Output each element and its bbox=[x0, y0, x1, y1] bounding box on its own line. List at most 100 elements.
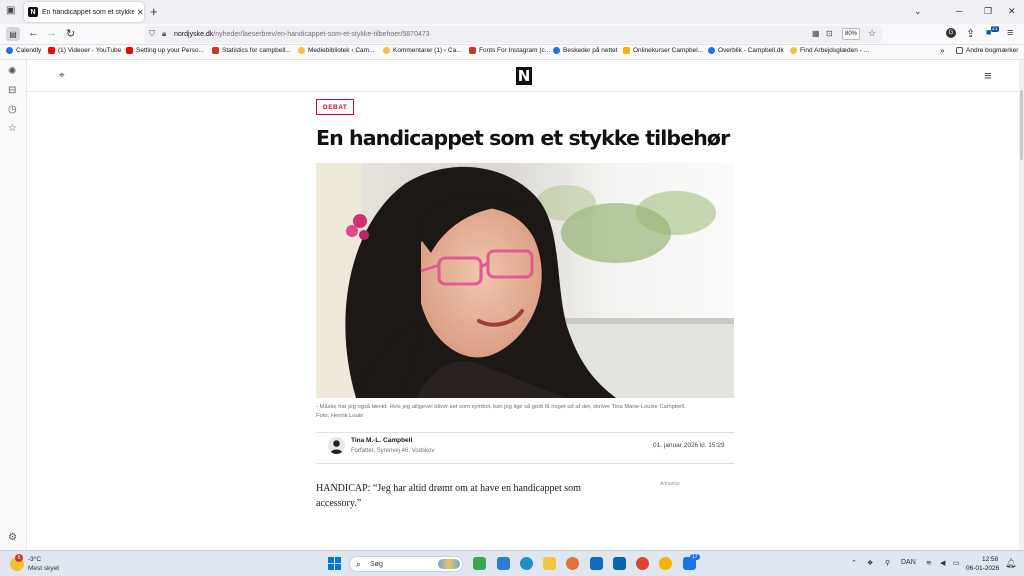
account-icon[interactable]: G bbox=[946, 28, 956, 38]
author-avatar-icon[interactable] bbox=[328, 437, 345, 454]
file-explorer-icon[interactable] bbox=[543, 557, 556, 570]
messages-icon bbox=[553, 47, 560, 54]
tab-title: En handicappet som et stykke t bbox=[42, 8, 134, 16]
notification-icon[interactable]: 🔔︎ bbox=[1005, 558, 1016, 569]
url-bar[interactable]: ⛉ 🔒︎ nordjyske.dk/nyheder/laeserbrev/en-… bbox=[144, 26, 882, 43]
category-badge[interactable]: DEBAT bbox=[316, 99, 355, 115]
wifi-icon[interactable]: ≋ bbox=[926, 559, 932, 567]
extension-badge-count: 21 bbox=[991, 26, 999, 32]
author-name[interactable]: Tina M.-L. Campbell bbox=[351, 437, 412, 444]
clock-time[interactable]: 12:58 bbox=[982, 556, 998, 563]
bookmark-beskeder[interactable]: Beskeder på nettet bbox=[553, 47, 618, 54]
search-placeholder: Søg bbox=[370, 560, 383, 568]
caption-text: - Måske har jeg også tænkt: Hvis jeg all… bbox=[316, 404, 686, 410]
history-icon[interactable]: ◷ bbox=[8, 104, 17, 115]
article-lead: HANDICAP: “Jeg har altid drømt om at hav… bbox=[316, 483, 581, 509]
app-icon-2[interactable] bbox=[497, 557, 510, 570]
sidebar-settings-icon[interactable]: ⚙ bbox=[8, 532, 17, 543]
lock-icon[interactable]: 🔒︎ bbox=[162, 29, 166, 39]
dropbox-icon[interactable]: ❖ bbox=[867, 559, 873, 567]
photo-credit: Foto: Henrik Louis bbox=[316, 413, 364, 419]
chrome-profile-icon[interactable] bbox=[659, 557, 672, 570]
synced-tabs-icon[interactable]: ⊟ bbox=[8, 85, 16, 96]
bookmark-find-arbejdsglaeden[interactable]: Find Arbejdsglæden - ... bbox=[790, 47, 869, 54]
outlook-icon[interactable] bbox=[590, 557, 603, 570]
folder-icon bbox=[956, 47, 963, 54]
forward-icon[interactable]: → bbox=[46, 27, 57, 39]
edge-icon[interactable] bbox=[520, 557, 533, 570]
ad-label: Annonce bbox=[660, 481, 680, 487]
reload-icon[interactable]: ↻ bbox=[66, 27, 75, 40]
more-bookmarks-icon[interactable]: » bbox=[940, 46, 944, 55]
sidebar-toggle-icon[interactable]: ▤ bbox=[6, 27, 20, 41]
browser-sidebar: ✺ ⊟ ◷ ☆ ⚙ bbox=[0, 60, 27, 550]
byline-divider-top bbox=[316, 432, 734, 433]
close-window-icon[interactable]: ✕ bbox=[1008, 6, 1016, 17]
nordjyske-logo[interactable]: N bbox=[516, 67, 532, 85]
star-bookmark-icon bbox=[623, 47, 630, 54]
youtube-icon bbox=[48, 47, 55, 54]
show-hidden-icons-icon[interactable]: ⌃ bbox=[851, 559, 857, 567]
weather-condition[interactable]: Mest skyet bbox=[28, 565, 59, 572]
shield-icon[interactable]: ⛉ bbox=[149, 29, 155, 39]
bookmarks-icon[interactable]: ☆ bbox=[8, 123, 17, 134]
reader-view-icon[interactable]: ▦ bbox=[812, 29, 820, 38]
author-role: Forfatter, Syrenvej 46, Vodskov bbox=[351, 448, 435, 454]
taskbar-search[interactable]: ⌕ Søg bbox=[349, 556, 463, 572]
app-icon-1[interactable] bbox=[473, 557, 486, 570]
list-all-tabs-icon[interactable]: ⌄ bbox=[914, 6, 922, 17]
bookmark-statistics[interactable]: Statistics for campbell... bbox=[212, 47, 291, 54]
close-tab-icon[interactable]: ✕ bbox=[137, 8, 144, 17]
bookmark-mediebibliotek[interactable]: Mediebibliotek ‹ Cam... bbox=[298, 47, 374, 54]
bookmark-calendly[interactable]: Calendly bbox=[6, 47, 41, 54]
bookmark-overblik[interactable]: Overblik - Campbell.dk bbox=[708, 47, 784, 54]
weather-badge: 6 bbox=[15, 554, 23, 562]
fonts-icon bbox=[469, 47, 476, 54]
volume-icon[interactable]: ◀ bbox=[940, 559, 945, 567]
usb-icon[interactable]: ⚲ bbox=[885, 559, 890, 567]
bookmark-onlinekurser[interactable]: Onlinekurser Campbel... bbox=[623, 47, 703, 54]
nordjyske-favicon-icon: N bbox=[28, 7, 38, 17]
url-path: /nyheder/laeserbrev/en-handicappet-som-e… bbox=[213, 31, 430, 38]
bookmark-setting-up[interactable]: Setting up your Perso... bbox=[126, 47, 204, 54]
wordpress-icon bbox=[790, 47, 797, 54]
screenshot-icon[interactable]: ⊡ bbox=[826, 29, 833, 38]
firefox-icon[interactable] bbox=[566, 557, 579, 570]
hamburger-menu-icon[interactable]: ≡ bbox=[984, 68, 992, 83]
search-icon: ⌕ bbox=[356, 559, 362, 569]
outlook-new-icon[interactable] bbox=[613, 557, 626, 570]
clock-date[interactable]: 06-01-2026 bbox=[966, 565, 999, 572]
navigation-bar: ▤ ← → ↻ ⛉ 🔒︎ nordjyske.dk/nyheder/laeser… bbox=[0, 24, 1024, 45]
minimize-icon[interactable]: ─ bbox=[956, 6, 962, 16]
site-header: ⌖ N ≡ bbox=[27, 60, 1019, 92]
article-headline: En handicappet som et stykke tilbehør bbox=[316, 126, 730, 150]
location-pin-icon[interactable]: ⌖ bbox=[59, 70, 65, 81]
active-tab[interactable]: N En handicappet som et stykke t ✕ bbox=[24, 2, 144, 22]
chrome-icon[interactable] bbox=[636, 557, 649, 570]
calendly-icon bbox=[6, 47, 13, 54]
ai-chatbot-icon[interactable]: ✺ bbox=[8, 66, 16, 77]
tab-overview-icon[interactable]: ▣ bbox=[6, 5, 15, 16]
back-icon[interactable]: ← bbox=[28, 27, 39, 39]
restore-icon[interactable]: ❐ bbox=[984, 6, 992, 17]
bookmark-fonts[interactable]: Fonts For Instagram (c... bbox=[469, 47, 550, 54]
byline-divider-bottom bbox=[316, 463, 734, 464]
new-tab-icon[interactable]: + bbox=[150, 4, 158, 19]
bookmark-kommentarer[interactable]: Kommentarer (1) ‹ Ca... bbox=[383, 47, 462, 54]
windows-taskbar: 6 -3°C Mest skyet ⌕ Søg 17 ⌃ ❖ ⚲ DAN ≋ ◀… bbox=[0, 550, 1024, 576]
app-menu-icon[interactable]: ≡ bbox=[1007, 27, 1013, 39]
publish-date: 01. januar 2026 kl. 15:29 bbox=[653, 442, 725, 449]
bookmark-youtube[interactable]: (1) Videoer - YouTube bbox=[48, 47, 121, 54]
bookmark-star-icon[interactable]: ☆ bbox=[868, 28, 876, 39]
weather-temperature[interactable]: -3°C bbox=[28, 556, 41, 563]
language-indicator[interactable]: DAN bbox=[901, 559, 916, 566]
other-bookmarks[interactable]: Andre bogmærker bbox=[956, 47, 1018, 54]
start-button-icon[interactable] bbox=[328, 557, 341, 570]
youtube-icon bbox=[126, 47, 133, 54]
scrollbar-thumb[interactable] bbox=[1020, 90, 1023, 160]
battery-icon[interactable]: ▭ bbox=[953, 559, 960, 567]
web-page: ⌖ N ≡ DEBAT En handicappet som et stykke… bbox=[27, 60, 1019, 550]
zoom-level[interactable]: 80% bbox=[842, 28, 860, 40]
bookmarks-bar: Calendly (1) Videoer - YouTube Setting u… bbox=[0, 45, 1024, 60]
extensions-icon[interactable]: ⇪ bbox=[966, 27, 975, 40]
